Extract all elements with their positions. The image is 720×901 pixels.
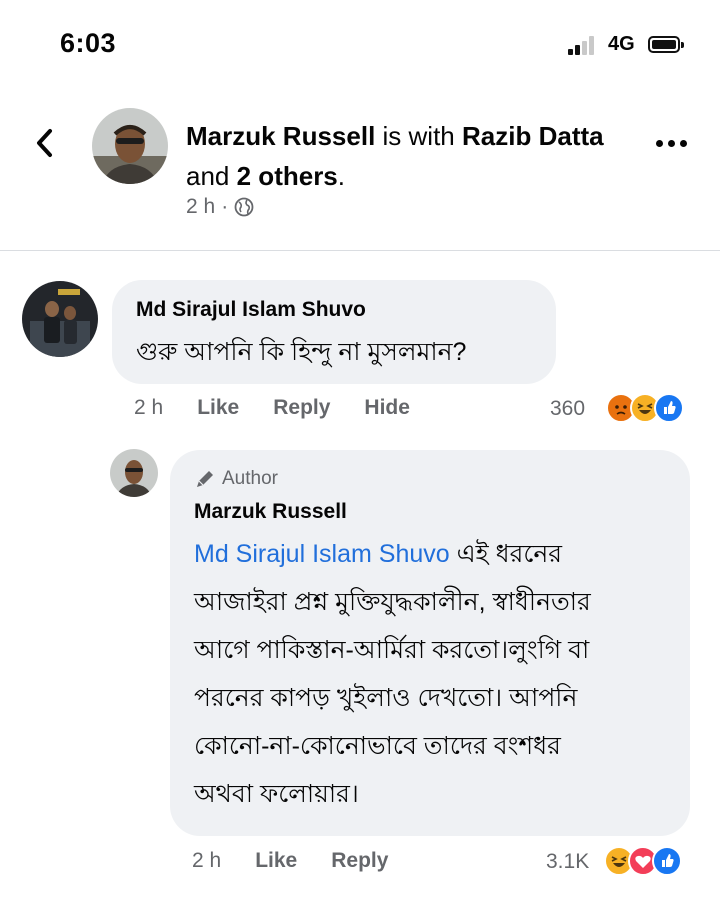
commenter-name[interactable]: Md Sirajul Islam Shuvo [136, 298, 366, 322]
comment-actions: 2 h Like Reply Hide [134, 396, 410, 420]
hide-button[interactable]: Hide [364, 396, 410, 420]
comment-text: গুরু আপনি কি হিন্দু না মুসলমান? [136, 338, 467, 366]
reply-bubble: Author Marzuk Russell Md Sirajul Islam S… [170, 450, 690, 836]
reply-line-3: আগে পাকিস্তান-আর্মিরা করতো।লুংগি বা [194, 636, 590, 664]
post-header-text: Marzuk Russell is with Razib Datta and 2… [186, 116, 616, 196]
reply-time[interactable]: 2 h [192, 849, 221, 873]
comment-reactions[interactable] [606, 393, 684, 423]
mention-link[interactable]: Md Sirajul Islam Shuvo [194, 540, 450, 568]
reply-line-2: আজাইরা প্রশ্ন মুক্তিযুদ্ধকালীন, স্বাধীনত… [194, 588, 591, 616]
reply-actions: 2 h Like Reply [192, 849, 388, 873]
post-author-avatar[interactable] [92, 108, 168, 184]
post-author-name[interactable]: Marzuk Russell [186, 121, 375, 151]
comment-time[interactable]: 2 h [134, 396, 163, 420]
reply-author-name[interactable]: Marzuk Russell [194, 500, 347, 524]
more-options-button[interactable] [656, 140, 687, 147]
with-text: is with [382, 121, 455, 151]
reply-button[interactable]: Reply [273, 396, 330, 420]
reply-line-4: পরনের কাপড় খুইলাও দেখতো। আপনি [194, 684, 578, 712]
battery-icon [648, 36, 684, 53]
dot-icon [656, 140, 663, 147]
reply-text: Md Sirajul Islam Shuvo এই ধরনের আজাইরা প… [194, 534, 674, 814]
dot-icon [668, 140, 675, 147]
status-time: 6:03 [60, 28, 117, 58]
post-time[interactable]: 2 h [186, 195, 215, 219]
commenter-avatar[interactable] [22, 281, 98, 357]
like-button[interactable]: Like [197, 396, 239, 420]
like-reaction-icon [652, 846, 682, 876]
reply-line-1: এই ধরনের [449, 540, 563, 568]
back-button[interactable] [30, 123, 60, 163]
reply-reactions[interactable] [604, 846, 682, 876]
dot-icon [680, 140, 687, 147]
reply-reaction-count[interactable]: 3.1K [546, 850, 589, 874]
meta-separator: · [221, 195, 229, 218]
signal-strength-icon [568, 35, 600, 55]
chevron-left-icon [37, 129, 52, 157]
globe-icon [234, 197, 254, 217]
network-type: 4G [608, 33, 635, 55]
reply-author-avatar[interactable] [110, 449, 158, 497]
comment-bubble: Md Sirajul Islam Shuvo গুরু আপনি কি হিন্… [112, 280, 556, 384]
reply-like-button[interactable]: Like [255, 849, 297, 873]
author-badge: Author [194, 468, 278, 490]
divider [0, 250, 720, 251]
and-text: and [186, 161, 230, 191]
others-link[interactable]: 2 others [237, 161, 338, 191]
period: . [337, 161, 346, 191]
post-meta: 2 h · [186, 195, 254, 219]
author-badge-label: Author [222, 468, 278, 489]
like-reaction-icon [654, 393, 684, 423]
pencil-icon [197, 471, 213, 487]
tagged-person[interactable]: Razib Datta [462, 121, 604, 151]
reply-reply-button[interactable]: Reply [331, 849, 388, 873]
comment-reaction-count[interactable]: 360 [550, 397, 585, 421]
reply-line-5: কোনো-না-কোনোভাবে তাদের বংশধর [194, 732, 561, 760]
reply-line-6: অথবা ফলোয়ার। [194, 780, 359, 808]
